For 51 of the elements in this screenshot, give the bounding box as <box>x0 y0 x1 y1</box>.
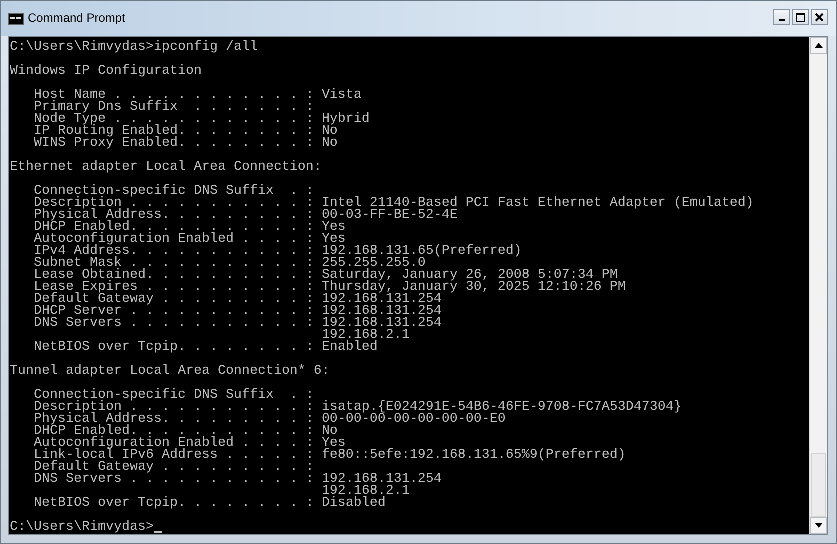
property-value: Vista <box>322 90 362 102</box>
down-arrow-icon <box>814 523 822 528</box>
property-value: Enabled <box>322 342 378 354</box>
console-line: Tunnel adapter Local Area Connection* 6: <box>10 366 330 378</box>
property-value: 192.168.131.254 <box>322 318 442 330</box>
property-value: isatap.{E024291E-54B6-46FE-9708-FC7A53D47304} <box>322 402 682 414</box>
property-label: DHCP Server . . . . . . . . . . . : <box>34 306 314 318</box>
window-title: Command Prompt <box>28 10 126 26</box>
terminal-icon <box>8 12 24 24</box>
property-value: Hybrid <box>322 114 370 126</box>
property-value: 192.168.131.254 <box>322 306 442 318</box>
property-value: Yes <box>322 222 346 234</box>
property-value: 00-00-00-00-00-00-00-E0 <box>322 414 506 426</box>
property-value: 192.168.131.254 <box>322 294 442 306</box>
scrollbar[interactable] <box>809 37 827 534</box>
scroll-down-button[interactable] <box>810 517 827 534</box>
property-label: Connection-specific DNS Suffix . : <box>34 186 314 198</box>
maximize-icon <box>796 12 805 22</box>
console-line: Ethernet adapter Local Area Connection: <box>10 162 322 174</box>
minimize-button[interactable] <box>773 9 790 25</box>
property-value: No <box>322 126 338 138</box>
property-label: Connection-specific DNS Suffix . : <box>34 390 314 402</box>
property-label: WINS Proxy Enabled. . . . . . . . : <box>34 138 314 150</box>
property-label: DNS Servers . . . . . . . . . . . : <box>34 318 314 330</box>
property-label: Default Gateway . . . . . . . . . : <box>34 294 314 306</box>
property-value: 192.168.131.254 <box>322 474 442 486</box>
property-value: Yes <box>322 234 346 246</box>
property-label: NetBIOS over Tcpip. . . . . . . . : <box>34 342 314 354</box>
property-label: NetBIOS over Tcpip. . . . . . . . : <box>34 498 314 510</box>
property-value: Intel 21140-Based PCI Fast Ethernet Adapter (Emulated) <box>322 198 754 210</box>
property-value: fe80::5efe:192.168.131.65%9(Preferred) <box>322 450 626 462</box>
property-label: Autoconfiguration Enabled . . . . : <box>34 234 314 246</box>
property-label: Default Gateway . . . . . . . . . : <box>34 462 314 474</box>
property-value: Thursday, January 30, 2025 12:10:26 PM <box>322 282 626 294</box>
up-arrow-icon <box>814 43 822 48</box>
close-button[interactable] <box>811 9 828 25</box>
property-label: Primary Dns Suffix . . . . . . . : <box>34 102 314 114</box>
property-value: No <box>322 426 338 438</box>
property-label: DNS Servers . . . . . . . . . . . : <box>34 474 314 486</box>
console-line: Windows IP Configuration <box>10 66 202 78</box>
scroll-up-button[interactable] <box>810 37 827 54</box>
property-value: Saturday, January 26, 2008 5:07:34 PM <box>322 270 618 282</box>
property-value: No <box>322 138 338 150</box>
property-value: Disabled <box>322 498 386 510</box>
property-value: 192.168.131.65(Preferred) <box>322 246 522 258</box>
property-value: 00-03-FF-BE-52-4E <box>322 210 458 222</box>
command-prompt: C:\Users\Rimvydas> <box>10 522 154 534</box>
console-line: C:\Users\Rimvydas>ipconfig /all <box>10 42 258 54</box>
maximize-button[interactable] <box>792 9 809 25</box>
close-icon <box>815 12 824 22</box>
scroll-thumb[interactable] <box>811 453 826 517</box>
